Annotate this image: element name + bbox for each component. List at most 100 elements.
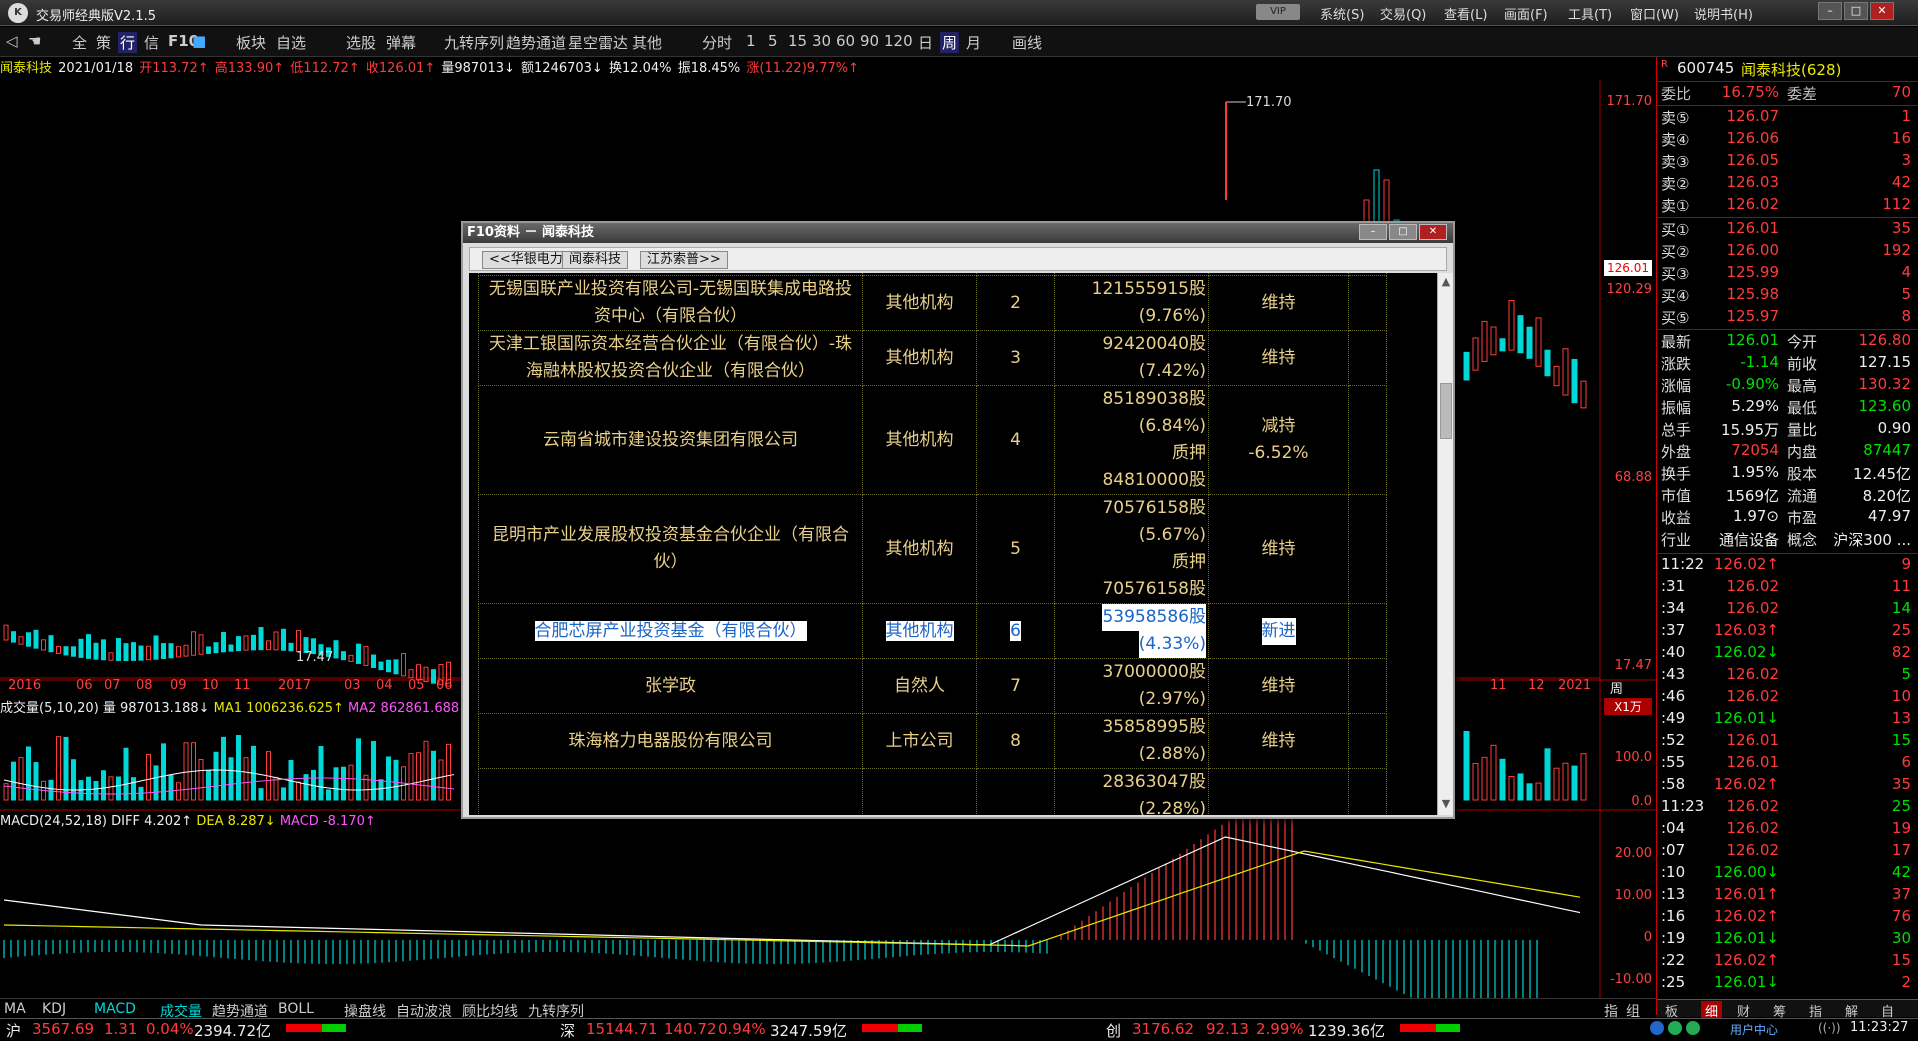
maximize-button[interactable]: □ xyxy=(1844,2,1868,20)
table-row[interactable]: 云南省城市建设投资集团有限公司 其他机构 4 85189038股 (6.84%) 质押 84… xyxy=(478,385,1387,495)
period-60[interactable]: 60 xyxy=(836,32,855,50)
tool-screener[interactable]: 选股 xyxy=(346,32,376,53)
cy-change: 92.13 xyxy=(1206,1020,1249,1038)
stat-row-cell: 通信设备 xyxy=(1718,531,1779,549)
hand-icon[interactable]: ☚ xyxy=(28,32,41,50)
vol-label-1: 100.0 xyxy=(1614,750,1652,765)
prev-stock-button[interactable]: <<华银电力 xyxy=(482,251,570,269)
tool-danmaku[interactable]: 弹幕 xyxy=(386,32,416,53)
period-day[interactable]: 日 xyxy=(918,32,933,53)
table-row[interactable]: 昆明市产业发展股权投资基金合伙企业（有限合伙） 其他机构 5 70576158股 (5.… xyxy=(478,494,1387,604)
tool-draw[interactable]: 画线 xyxy=(1012,32,1042,53)
dialog-close-button[interactable]: ✕ xyxy=(1419,224,1447,240)
period-15[interactable]: 15 xyxy=(788,32,807,50)
network-icon[interactable] xyxy=(1650,1021,1664,1035)
app-logo: K xyxy=(8,3,28,23)
scroll-thumb[interactable] xyxy=(1440,383,1452,439)
tool-all[interactable]: 全 xyxy=(72,32,87,53)
period-120[interactable]: 120 xyxy=(884,32,913,50)
dialog-maximize-button[interactable]: □ xyxy=(1389,224,1417,240)
user-center-link[interactable]: 用户中心 xyxy=(1730,1021,1778,1038)
menu-view[interactable]: 查看(L) xyxy=(1444,4,1487,23)
menu-screen[interactable]: 画面(F) xyxy=(1504,4,1548,23)
candle xyxy=(206,646,211,654)
menu-system[interactable]: 系统(S) xyxy=(1320,4,1364,23)
tool-star-radar[interactable]: 星空雷达 xyxy=(568,32,628,53)
stat-row-cell: 127.15 xyxy=(1858,353,1912,371)
stat-row-cell: 最高 xyxy=(1787,377,1818,395)
next-stock-button[interactable]: 江苏索普>> xyxy=(640,251,728,269)
tool-watchlist[interactable]: 自选 xyxy=(276,32,306,53)
tool-strategy[interactable]: 策 xyxy=(96,32,111,53)
sync-icon[interactable] xyxy=(1668,1021,1682,1035)
period-5[interactable]: 5 xyxy=(768,32,778,50)
period-1[interactable]: 1 xyxy=(746,32,756,50)
menu-tools[interactable]: 工具(T) xyxy=(1568,4,1612,23)
tick-row-cell: :31 xyxy=(1661,577,1686,595)
volume-bar xyxy=(11,761,16,801)
tick-row-cell: 11:23 xyxy=(1661,797,1705,815)
back-icon[interactable]: ◁ xyxy=(6,32,18,50)
indicator-tab[interactable]: KDJ xyxy=(42,1001,66,1017)
vip-badge[interactable]: VIP xyxy=(1256,4,1300,20)
bar-change: 涨(11.22)9.77%↑ xyxy=(746,61,859,76)
refresh-icon[interactable] xyxy=(1686,1021,1700,1035)
sell-level-cell: 卖④ xyxy=(1661,131,1690,149)
sell-level-cell: 112 xyxy=(1882,195,1911,213)
shares-line: 质押 xyxy=(1172,552,1206,572)
tick-row: 11:23 126.02 25 xyxy=(1657,797,1918,819)
table-cell-spacer xyxy=(1348,658,1387,714)
period-30[interactable]: 30 xyxy=(812,32,831,50)
period-month[interactable]: 月 xyxy=(966,32,981,53)
tool-other[interactable]: 其他 xyxy=(632,32,662,53)
close-button[interactable]: ✕ xyxy=(1870,2,1894,20)
scroll-down-icon[interactable]: ▼ xyxy=(1440,797,1452,811)
candle xyxy=(1571,358,1578,404)
table-row[interactable]: 无锡国联产业投资有限公司-无锡国联集成电路投资中心（有限合伙） 其他机构 2 1215… xyxy=(478,275,1387,331)
indicator-tab[interactable]: BOLL xyxy=(278,1001,314,1017)
holder-rank: 2 xyxy=(976,275,1055,331)
tool-nine-turn[interactable]: 九转序列 xyxy=(444,32,504,53)
tool-quote[interactable]: 行 xyxy=(118,32,138,53)
dialog-minimize-button[interactable]: – xyxy=(1359,224,1387,240)
stat-row: 外盘 72054 内盘 87447 xyxy=(1657,441,1918,463)
tool-trend-channel[interactable]: 趋势通道 xyxy=(506,32,566,53)
period-90[interactable]: 90 xyxy=(860,32,879,50)
volume-bar xyxy=(1553,767,1560,801)
table-row[interactable]: 合肥芯屏产业投资基金（有限合伙） 其他机构 6 53958586股 (4.33%) 新进 xyxy=(478,603,1387,659)
x-tick: 11 xyxy=(1490,678,1507,693)
volume-bar xyxy=(1544,748,1551,801)
tool-info[interactable]: 信 xyxy=(144,32,159,53)
holder-type: 其他机构 xyxy=(862,385,977,495)
menu-help[interactable]: 说明书(H) xyxy=(1694,4,1753,23)
candle xyxy=(1580,380,1587,409)
dialog-scrollbar[interactable]: ▲ ▼ xyxy=(1437,273,1453,815)
scroll-up-icon[interactable]: ▲ xyxy=(1440,275,1452,289)
table-cell-spacer xyxy=(1348,768,1387,815)
menu-trade[interactable]: 交易(Q) xyxy=(1380,4,1426,23)
indicator-tab[interactable]: MACD xyxy=(94,1001,136,1017)
f10-dialog[interactable]: F10资料 － 闻泰科技 – □ ✕ <<华银电力 闻泰科技 江苏索普>> XX… xyxy=(461,221,1455,819)
volume-bar xyxy=(86,776,91,801)
color-icon[interactable]: ■ xyxy=(192,32,206,50)
current-stock-button[interactable]: 闻泰科技 xyxy=(562,251,629,269)
table-row[interactable]: 28363047股 (2.28%) xyxy=(478,768,1387,815)
minimize-button[interactable]: – xyxy=(1818,2,1842,20)
period-week[interactable]: 周 xyxy=(940,32,960,53)
shareholder-table-view[interactable]: XXXXXXXXX股无锡国联产业投资有限公司-无锡国联集成电路投资中心（有限合伙… xyxy=(469,273,1437,815)
stat-row-cell: 8.20亿 xyxy=(1862,487,1911,505)
tool-sector[interactable]: 板块 xyxy=(236,32,266,53)
table-row[interactable]: 张学政 自然人 7 37000000股 (2.97%) 维持 xyxy=(478,658,1387,714)
vol-unit: X1万 xyxy=(1604,698,1652,715)
dialog-title[interactable]: F10资料 － 闻泰科技 xyxy=(463,223,1453,243)
period-intraday[interactable]: 分时 xyxy=(702,32,732,53)
tick-row-cell: :43 xyxy=(1661,665,1686,683)
holder-shares: 37000000股 (2.97%) xyxy=(1054,658,1209,714)
indicator-tab[interactable]: MA xyxy=(4,1001,26,1017)
menu-window[interactable]: 窗口(W) xyxy=(1630,4,1679,23)
table-row[interactable]: 天津工银国际资本经营合伙企业（有限合伙）-珠海融林股权投资合伙企业（有限合伙） 其… xyxy=(478,330,1387,386)
volume-bar xyxy=(198,759,204,801)
volume-bar xyxy=(236,735,241,801)
table-row[interactable]: 珠海格力电器股份有限公司 上市公司 8 35858995股 (2.88%) 维持 xyxy=(478,713,1387,769)
volume-bar xyxy=(168,774,174,801)
